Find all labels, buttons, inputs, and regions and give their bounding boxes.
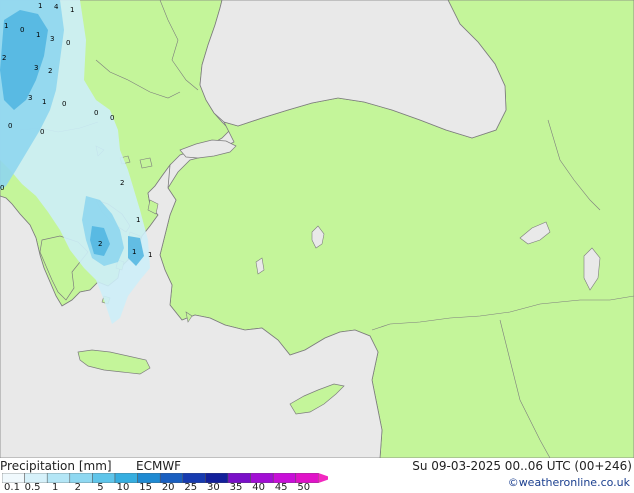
weather-map: 1 4 1 1 0 1 3 0 2 3 2 3 1 0 0 0 0 2 1 2 …: [0, 0, 634, 458]
precip-value-label: 1: [42, 98, 46, 106]
legend-tick-label: 30: [207, 482, 220, 493]
precip-value-label: 0: [94, 109, 98, 117]
legend-tick-label: 35: [229, 482, 243, 493]
precip-value-label: 3: [28, 94, 32, 102]
legend-tick-label: 10: [116, 482, 130, 493]
model-name: ECMWF: [136, 459, 182, 473]
map-footer: Precipitation [mm] ECMWF Su 09-03-2025 0…: [0, 458, 634, 493]
legend-tick-label: 0.5: [24, 482, 41, 493]
precip-value-label: 2: [98, 240, 102, 248]
precip-value-label: 0: [62, 100, 66, 108]
precip-value-label: 1: [36, 31, 40, 39]
precip-value-label: 3: [34, 64, 38, 72]
legend-tick-label: 50: [297, 482, 311, 493]
legend-arrow: [318, 473, 328, 483]
precip-value-label: 2: [120, 179, 124, 187]
precip-value-label: 3: [50, 35, 54, 43]
precip-value-label: 0: [40, 128, 44, 136]
precip-value-label: 1: [38, 2, 42, 10]
precip-value-label: 1: [4, 22, 8, 30]
legend-tick-label: 25: [184, 482, 198, 493]
precip-value-label: 1: [132, 248, 136, 256]
legend-color-swatch: [92, 473, 116, 483]
precip-value-label: 0: [66, 39, 70, 47]
legend-tick-label: 1: [52, 482, 59, 493]
legend-tick-label: 45: [274, 482, 288, 493]
valid-time: Su 09-03-2025 00..06 UTC (00+246): [412, 459, 632, 473]
precip-value-label: 0: [20, 26, 24, 34]
precip-value-label: 0: [8, 122, 12, 130]
precip-value-label: 2: [48, 67, 52, 75]
precip-value-label: 2: [2, 54, 6, 62]
site-credit-link[interactable]: ©weatheronline.co.uk: [508, 476, 630, 490]
precip-value-label: 4: [54, 3, 59, 11]
precip-value-label: 1: [136, 216, 140, 224]
legend-tick-label: 20: [161, 482, 175, 493]
precip-value-label: 1: [148, 251, 152, 259]
legend-tick-label: 5: [97, 482, 104, 493]
legend-tick-label: 0.1: [4, 482, 20, 493]
legend-tick-label: 15: [139, 482, 152, 493]
legend-color-swatch: [69, 473, 93, 483]
legend-tick-label: 40: [252, 482, 265, 493]
product-title: Precipitation [mm]: [0, 459, 112, 473]
precip-value-label: 0: [110, 114, 114, 122]
legend-tick-label: 2: [74, 482, 81, 493]
precip-value-label: 0: [0, 184, 4, 192]
legend-color-swatch: [46, 473, 71, 483]
precip-value-label: 1: [70, 6, 74, 14]
